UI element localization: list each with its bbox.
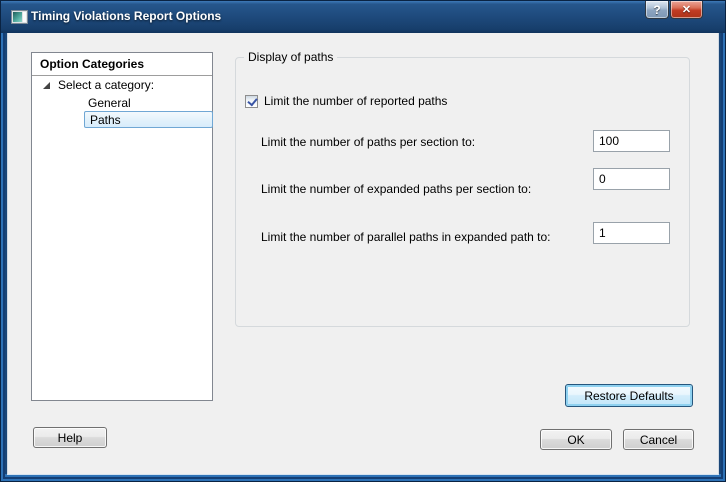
option-categories-panel: Option Categories Select a category: Gen… <box>31 52 213 401</box>
restore-defaults-button[interactable]: Restore Defaults <box>565 384 693 407</box>
limit-checkbox[interactable] <box>245 95 258 108</box>
titlebar-help-button[interactable]: ? <box>645 1 669 19</box>
group-title: Display of paths <box>244 50 337 64</box>
tree-root-row[interactable]: Select a category: <box>32 77 212 94</box>
app-icon <box>11 10 28 24</box>
paths-per-section-input[interactable] <box>593 130 670 152</box>
limit-checkbox-label[interactable]: Limit the number of reported paths <box>264 94 447 108</box>
tree-item-paths[interactable]: Paths <box>84 111 213 128</box>
ok-button[interactable]: OK <box>540 429 612 450</box>
dialog-body: Option Categories Select a category: Gen… <box>8 33 718 474</box>
parallel-paths-label: Limit the number of parallel paths in ex… <box>261 230 551 244</box>
window-title: Timing Violations Report Options <box>31 1 221 32</box>
titlebar-close-button[interactable]: ✕ <box>670 1 703 19</box>
parallel-paths-input[interactable] <box>593 222 670 244</box>
help-button[interactable]: Help <box>33 427 107 448</box>
tree-expander-icon[interactable] <box>43 82 50 89</box>
titlebar[interactable]: Timing Violations Report Options <box>1 1 725 33</box>
dialog-window: Timing Violations Report Options ? ✕ Opt… <box>0 0 726 482</box>
expanded-paths-per-section-input[interactable] <box>593 168 670 190</box>
expanded-paths-per-section-label: Limit the number of expanded paths per s… <box>261 182 531 196</box>
tree-root-label: Select a category: <box>58 78 154 92</box>
paths-per-section-label: Limit the number of paths per section to… <box>261 135 475 149</box>
cancel-button[interactable]: Cancel <box>623 429 694 450</box>
panel-header: Option Categories <box>32 53 212 76</box>
tree-item-general[interactable]: General <box>88 95 131 112</box>
